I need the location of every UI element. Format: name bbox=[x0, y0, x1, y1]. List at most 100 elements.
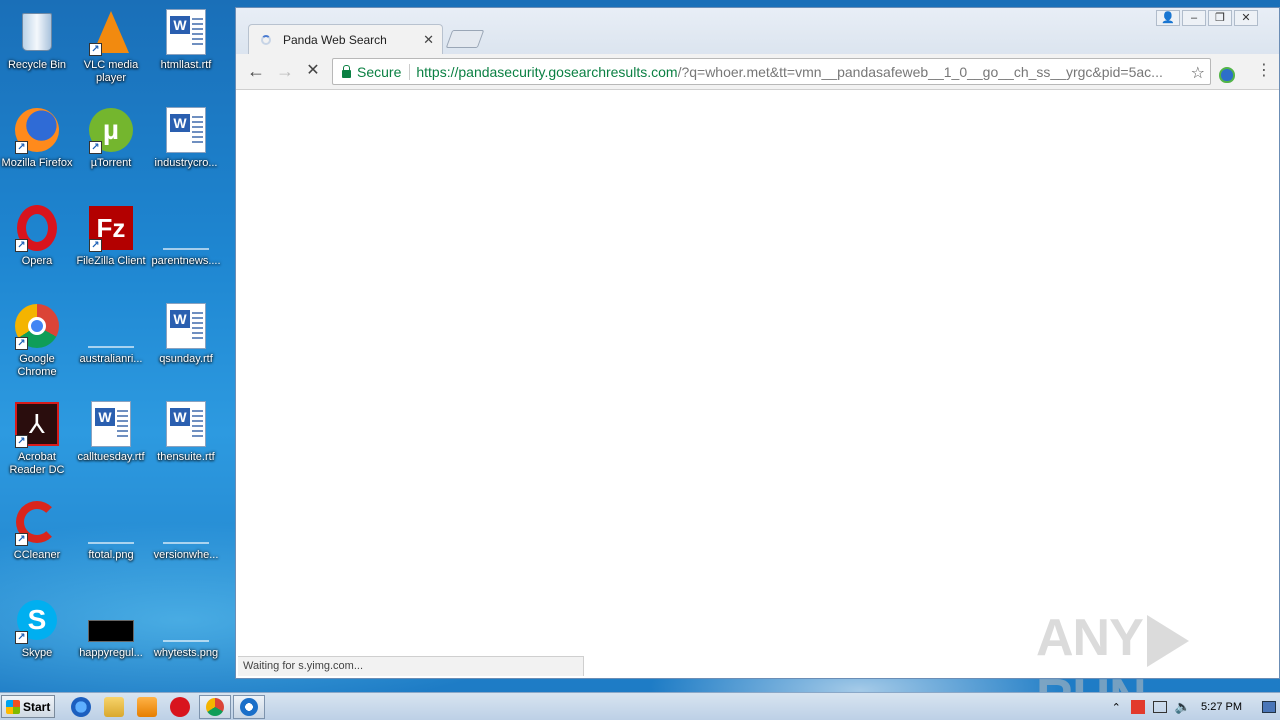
desktop-icon-whytests[interactable]: whytests.png bbox=[149, 596, 223, 660]
desktop-icon-australianri[interactable]: australianri... bbox=[74, 302, 148, 366]
desktop-icon-vlc[interactable]: ↗ VLC media player bbox=[74, 8, 148, 85]
word-doc-icon bbox=[162, 400, 210, 448]
desktop-icon-thensuite[interactable]: thensuite.rtf bbox=[149, 400, 223, 464]
app-taskbar-icon bbox=[240, 698, 258, 716]
image-thumb-icon bbox=[87, 596, 135, 644]
url-host: https://pandasecurity.gosearchresults.co… bbox=[416, 63, 678, 80]
word-doc-icon bbox=[87, 400, 135, 448]
desktop-icon-label: happyregul... bbox=[79, 647, 143, 659]
window-controls: 👤 – ❐ ✕ bbox=[1156, 10, 1258, 26]
browser-toolbar: ← → ✕ Secure https://pandasecurity.gosea… bbox=[236, 54, 1279, 90]
minimize-button[interactable]: – bbox=[1182, 10, 1206, 26]
desktop-icon-label: CCleaner bbox=[13, 549, 61, 561]
chrome-taskbar-icon bbox=[206, 698, 224, 716]
desktop-icon-label: Acrobat Reader DC bbox=[9, 451, 65, 476]
start-button[interactable]: Start bbox=[1, 695, 55, 718]
new-tab-button[interactable] bbox=[445, 30, 485, 48]
status-bubble: Waiting for s.yimg.com... bbox=[238, 656, 584, 676]
desktop-icon-label: Recycle Bin bbox=[7, 59, 67, 71]
internet-explorer-icon[interactable] bbox=[71, 697, 91, 717]
tab-title: Panda Web Search bbox=[283, 32, 387, 47]
utorrent-icon: µ ↗ bbox=[87, 106, 135, 154]
desktop-icon-label: Skype bbox=[21, 647, 53, 659]
word-doc-icon bbox=[162, 302, 210, 350]
acrobat-icon: ⅄ ↗ bbox=[13, 400, 61, 448]
volume-icon[interactable]: 🔈 bbox=[1175, 699, 1191, 715]
clock[interactable]: 5:27 PM bbox=[1201, 701, 1242, 713]
recycle-bin-icon bbox=[13, 8, 61, 56]
desktop-icon-label: htmllast.rtf bbox=[160, 59, 212, 71]
desktop-icon-ftotal[interactable]: ftotal.png bbox=[74, 498, 148, 562]
image-thumb-icon bbox=[162, 596, 210, 644]
desktop-icon-industrycro[interactable]: industrycro... bbox=[149, 106, 223, 170]
chrome-icon: ↗ bbox=[13, 302, 61, 350]
desktop-icon-qsunday[interactable]: qsunday.rtf bbox=[149, 302, 223, 366]
image-thumb-icon bbox=[87, 498, 135, 546]
show-desktop-icon[interactable] bbox=[1262, 701, 1276, 713]
app-taskbar-button[interactable] bbox=[233, 695, 265, 719]
secure-label: Secure bbox=[357, 63, 411, 80]
system-tray: ⌃ 🔈 5:27 PM bbox=[1112, 693, 1280, 720]
desktop-icon-firefox[interactable]: ↗ Mozilla Firefox bbox=[0, 106, 74, 170]
opera-taskbar-icon[interactable] bbox=[170, 697, 190, 717]
chrome-window: Panda Web Search ✕ 👤 – ❐ ✕ ← → ✕ Secure … bbox=[235, 7, 1280, 679]
profile-icon[interactable]: 👤 bbox=[1156, 10, 1180, 26]
desktop-icon-label: versionwhe... bbox=[153, 549, 219, 561]
lock-icon bbox=[342, 64, 351, 78]
stop-loading-button[interactable]: ✕ bbox=[301, 62, 325, 80]
desktop-icon-htmllast[interactable]: htmllast.rtf bbox=[149, 8, 223, 72]
desktop-icon-skype[interactable]: S ↗ Skype bbox=[0, 596, 74, 660]
image-thumb-icon bbox=[87, 302, 135, 350]
tab-close-icon[interactable]: ✕ bbox=[423, 32, 434, 48]
desktop-icon-ccleaner[interactable]: ↗ CCleaner bbox=[0, 498, 74, 562]
image-thumb-icon bbox=[162, 204, 210, 252]
tray-expand-icon[interactable]: ⌃ bbox=[1112, 701, 1121, 714]
desktop-icon-label: industrycro... bbox=[154, 157, 218, 169]
desktop-icon-label: parentnews.... bbox=[151, 255, 221, 267]
close-window-button[interactable]: ✕ bbox=[1234, 10, 1258, 26]
loading-spinner-icon bbox=[261, 34, 271, 45]
word-doc-icon bbox=[162, 106, 210, 154]
desktop-icon-opera[interactable]: ↗ Opera bbox=[0, 204, 74, 268]
image-thumb-icon bbox=[162, 498, 210, 546]
back-button[interactable]: ← bbox=[244, 62, 268, 80]
word-doc-icon bbox=[162, 8, 210, 56]
address-bar[interactable]: Secure https://pandasecurity.gosearchres… bbox=[332, 58, 1211, 85]
bookmark-star-icon[interactable]: ☆ bbox=[1191, 63, 1205, 83]
desktop-icon-chrome[interactable]: ↗ Google Chrome bbox=[0, 302, 74, 379]
desktop-icon-label: Mozilla Firefox bbox=[1, 157, 73, 169]
chrome-taskbar-button[interactable] bbox=[199, 695, 231, 719]
file-explorer-icon[interactable] bbox=[104, 697, 124, 717]
tab-panda-web-search[interactable]: Panda Web Search ✕ bbox=[248, 24, 443, 54]
desktop-icon-label: whytests.png bbox=[153, 647, 219, 659]
extension-shield-icon[interactable] bbox=[1219, 67, 1235, 83]
desktop-icon-label: australianri... bbox=[79, 353, 143, 365]
menu-kebab-icon[interactable]: ⋮ bbox=[1256, 63, 1272, 79]
desktop-icon-parentnews[interactable]: parentnews.... bbox=[149, 204, 223, 268]
desktop-icon-label: VLC media player bbox=[83, 59, 139, 84]
forward-button[interactable]: → bbox=[273, 62, 297, 80]
desktop-icon-label: qsunday.rtf bbox=[159, 353, 213, 365]
opera-icon: ↗ bbox=[13, 204, 61, 252]
desktop-icon-label: FileZilla Client bbox=[76, 255, 146, 267]
url-path: /?q=whoer.met&tt=vmn__pandasafeweb__1_0_… bbox=[677, 63, 1163, 80]
desktop-icon-label: Google Chrome bbox=[17, 353, 57, 378]
desktop-icon-acrobat[interactable]: ⅄ ↗ Acrobat Reader DC bbox=[0, 400, 74, 477]
filezilla-icon: Fz ↗ bbox=[87, 204, 135, 252]
desktop-icon-happyregul[interactable]: happyregul... bbox=[74, 596, 148, 660]
desktop-icon-utorrent[interactable]: µ ↗ µTorrent bbox=[74, 106, 148, 170]
media-player-icon[interactable] bbox=[137, 697, 157, 717]
page-content: Waiting for s.yimg.com... bbox=[236, 90, 1279, 678]
ccleaner-icon: ↗ bbox=[13, 498, 61, 546]
play-logo-icon bbox=[1146, 615, 1189, 668]
desktop-icon-calltuesday[interactable]: calltuesday.rtf bbox=[74, 400, 148, 464]
windows-logo-icon bbox=[6, 699, 20, 714]
desktop-icon-versionwhe[interactable]: versionwhe... bbox=[149, 498, 223, 562]
desktop-icon-filezilla[interactable]: Fz ↗ FileZilla Client bbox=[74, 204, 148, 268]
desktop-icon-label: Opera bbox=[21, 255, 53, 267]
network-icon[interactable] bbox=[1152, 701, 1167, 713]
taskbar: Start ⌃ 🔈 5:27 PM bbox=[0, 692, 1280, 720]
restore-button[interactable]: ❐ bbox=[1208, 10, 1232, 26]
action-center-icon[interactable] bbox=[1130, 700, 1145, 714]
desktop-icon-recycle-bin[interactable]: Recycle Bin bbox=[0, 8, 74, 72]
